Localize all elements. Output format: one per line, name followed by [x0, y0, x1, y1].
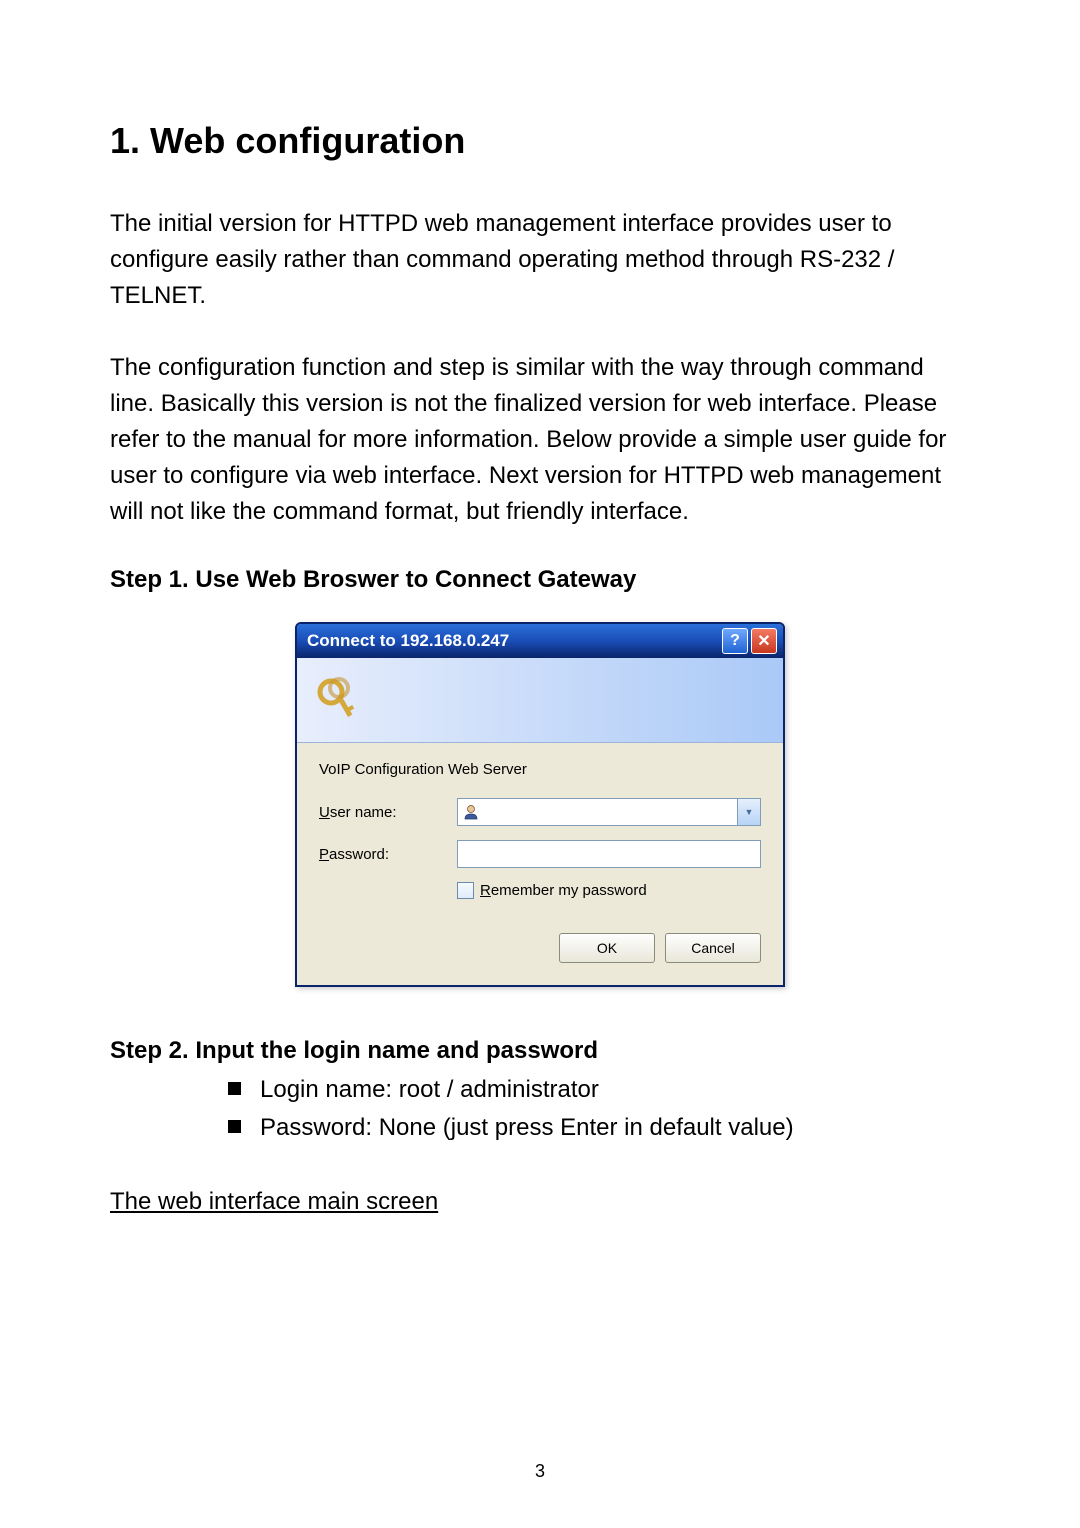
bullet-password: Password: None (just press Enter in defa…	[228, 1109, 970, 1147]
step1-heading: Step 1. Use Web Broswer to Connect Gatew…	[110, 566, 970, 594]
dialog-banner	[297, 658, 783, 743]
combo-dropdown-arrow[interactable]: ▼	[737, 799, 760, 825]
username-label: User name:	[319, 804, 457, 821]
titlebar-buttons: ? ✕	[722, 628, 777, 654]
remember-label: Remember my password	[480, 882, 647, 899]
close-button[interactable]: ✕	[751, 628, 777, 654]
dialog-titlebar: Connect to 192.168.0.247 ? ✕	[297, 624, 783, 658]
ok-button[interactable]: OK	[559, 933, 655, 963]
keys-icon	[315, 674, 367, 726]
step2-bullets: Login name: root / administrator Passwor…	[110, 1071, 970, 1148]
dialog-buttons: OK Cancel	[319, 933, 761, 963]
remember-row: Remember my password	[457, 882, 761, 899]
help-button[interactable]: ?	[722, 628, 748, 654]
username-combo[interactable]: ▼	[457, 798, 761, 826]
dialog-title: Connect to 192.168.0.247	[307, 631, 509, 651]
intro-paragraph-2: The configuration function and step is s…	[110, 350, 970, 530]
page-number: 3	[0, 1461, 1080, 1482]
connect-dialog-screenshot: Connect to 192.168.0.247 ? ✕ VoIP	[110, 622, 970, 987]
password-row: Password:	[319, 840, 761, 868]
connect-dialog: Connect to 192.168.0.247 ? ✕ VoIP	[295, 622, 785, 987]
realm-text: VoIP Configuration Web Server	[319, 761, 761, 778]
step2-heading: Step 2. Input the login name and passwor…	[110, 1037, 970, 1065]
username-row: User name: ▼	[319, 798, 761, 826]
cancel-button[interactable]: Cancel	[665, 933, 761, 963]
username-input[interactable]	[458, 799, 737, 825]
password-input[interactable]	[457, 840, 761, 868]
dialog-body: VoIP Configuration Web Server User name:	[297, 743, 783, 985]
web-interface-link: The web interface main screen	[110, 1188, 970, 1216]
password-label: Password:	[319, 846, 457, 863]
user-head-icon	[462, 803, 480, 821]
page-title: 1. Web configuration	[110, 120, 970, 162]
bullet-login: Login name: root / administrator	[228, 1071, 970, 1109]
intro-paragraph-1: The initial version for HTTPD web manage…	[110, 206, 970, 314]
remember-checkbox[interactable]	[457, 882, 474, 899]
